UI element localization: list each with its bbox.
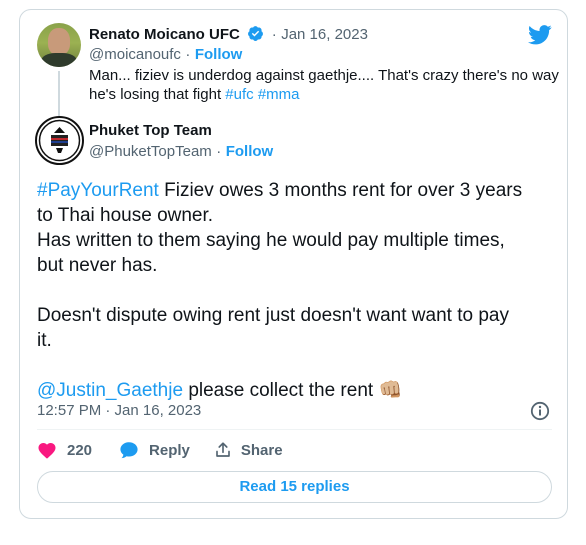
- share-action[interactable]: Share: [214, 441, 283, 459]
- like-count: 220: [67, 441, 93, 459]
- share-label: Share: [240, 441, 283, 459]
- quoted-text-line1: Man... fiziev is underdog against gaethj…: [89, 67, 559, 84]
- tweet-handle[interactable]: @PhuketTopTeam: [89, 143, 212, 160]
- tweet-line1-row: #PayYourRent Fiziev owes 3 months rent f…: [37, 178, 557, 203]
- tweet-line2: to Thai house owner.: [37, 205, 214, 226]
- follow-button-phuket[interactable]: Follow: [226, 143, 274, 160]
- reply-bubble-icon: [120, 442, 138, 459]
- tweet-line1: Fiziev owes 3 months rent for over 3 yea…: [158, 180, 523, 201]
- tweet-line4: but never has.: [37, 255, 158, 276]
- reply-action[interactable]: Reply: [119, 441, 190, 459]
- quoted-date[interactable]: Jan 16, 2023: [281, 26, 368, 43]
- phuket-top-team-logo: [38, 119, 81, 162]
- info-icon[interactable]: [530, 401, 550, 421]
- tweet-line7: please collect the rent: [183, 380, 374, 401]
- tweet-line5: Doesn't dispute owing rent just doesn't …: [37, 305, 509, 326]
- handle-separator: ·: [216, 143, 222, 160]
- handle-separator: ·: [185, 46, 191, 63]
- quoted-handle[interactable]: @moicanoufc: [89, 46, 181, 63]
- share-icon: [216, 442, 230, 457]
- tweet-line3: Has written to them saying he would pay …: [37, 230, 505, 251]
- tweet-line7-row: @Justin_Gaethje please collect the rent …: [37, 378, 557, 403]
- tweet-author-name[interactable]: Phuket Top Team: [89, 122, 212, 139]
- avatar-face: [48, 28, 70, 55]
- avatar-shoulders: [41, 53, 77, 67]
- avatar-renato-moicano[interactable]: [37, 23, 81, 67]
- quoted-tweet-header: Renato Moicano UFC · Jan 16, 2023: [89, 25, 368, 44]
- like-action[interactable]: 220: [37, 441, 92, 459]
- quoted-text-line2: he's losing that fight: [89, 86, 222, 103]
- hashtag-payyourrent[interactable]: #PayYourRent: [37, 180, 159, 201]
- tweet-handle-row: @PhuketTopTeam · Follow: [89, 143, 273, 161]
- quoted-text-line2-row: he's losing that fight #ufc #mma: [89, 85, 559, 104]
- tweet-timestamp[interactable]: 12:57 PM · Jan 16, 2023: [37, 402, 201, 419]
- twitter-bird-icon[interactable]: [528, 25, 552, 45]
- quoted-tweet-text: Man... fiziev is underdog against gaethj…: [89, 66, 559, 104]
- tweet-card: Renato Moicano UFC · Jan 16, 2023 @moica…: [19, 9, 568, 519]
- hashtag-mma[interactable]: #mma: [258, 86, 300, 103]
- fist-emoji-icon: 👊🏼: [378, 380, 403, 401]
- avatar-phuket-top-team[interactable]: [35, 116, 84, 165]
- follow-button-renato[interactable]: Follow: [195, 46, 243, 63]
- heart-icon: [38, 442, 56, 459]
- tweet-line6: it.: [37, 330, 52, 351]
- hashtag-ufc[interactable]: #ufc: [225, 86, 253, 103]
- tweet-author-row: Phuket Top Team: [89, 122, 212, 140]
- tweet-actions: 220 Reply Share: [37, 441, 283, 459]
- read-replies-button[interactable]: Read 15 replies: [37, 471, 552, 503]
- tweet-body: #PayYourRent Fiziev owes 3 months rent f…: [37, 178, 557, 403]
- mention-justin-gaethje[interactable]: @Justin_Gaethje: [37, 380, 183, 401]
- reply-label: Reply: [149, 441, 190, 459]
- verified-badge-icon: [248, 26, 264, 41]
- quoted-author-name[interactable]: Renato Moicano UFC: [89, 26, 240, 43]
- divider: [37, 429, 552, 430]
- date-separator: ·: [271, 26, 277, 43]
- quoted-handle-row: @moicanoufc · Follow: [89, 46, 242, 64]
